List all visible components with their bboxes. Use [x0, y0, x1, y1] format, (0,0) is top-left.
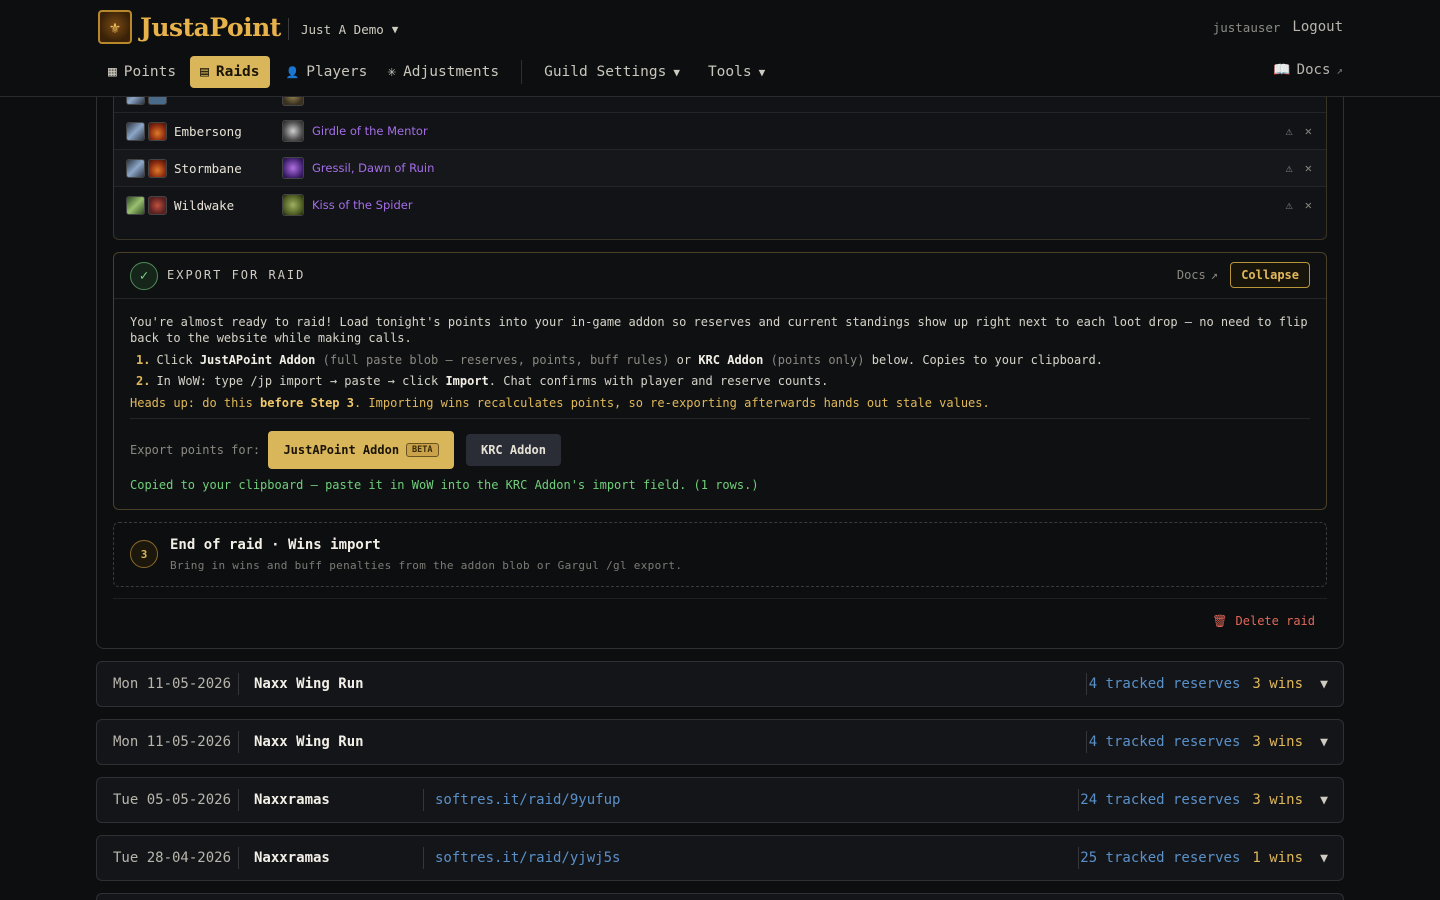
- wins-count: 3 wins: [1252, 792, 1303, 808]
- item-link[interactable]: Girdle of the Mentor: [312, 124, 428, 138]
- hunter-class-icon: [126, 195, 145, 215]
- collapse-button[interactable]: Collapse: [1230, 262, 1310, 288]
- logout-link[interactable]: Logout: [1292, 19, 1343, 35]
- chevron-down-icon[interactable]: ▼: [1320, 677, 1328, 692]
- heads-up-note: Heads up: do this before Step 3. Importi…: [130, 396, 990, 410]
- trash-icon: 🗑: [1212, 614, 1228, 628]
- step-2: 2. In WoW: type /jp import → paste → clic…: [136, 374, 829, 388]
- delete-raid-button[interactable]: 🗑 Delete raid: [1212, 614, 1315, 628]
- wins-count: 3 wins: [1252, 676, 1303, 692]
- raid-name: Naxxramas: [254, 850, 330, 866]
- logo-text: JustaPoint: [140, 12, 281, 42]
- item-icon: [282, 120, 304, 142]
- chevron-down-icon: ▼: [391, 22, 399, 36]
- raid-name: Naxx Wing Run: [254, 734, 364, 750]
- loot-row: Wildwake Kiss of the Spider ⚠ ✕: [114, 186, 1326, 223]
- raid-row-partial: [96, 893, 1344, 900]
- chevron-down-icon[interactable]: ▼: [1320, 851, 1328, 866]
- close-icon[interactable]: ✕: [1305, 161, 1312, 175]
- nav-adjustments[interactable]: ✳ Adjustments: [377, 56, 509, 88]
- reserves-count: 4 tracked reserves: [1088, 734, 1241, 750]
- close-icon[interactable]: ✕: [1305, 124, 1312, 138]
- raid-icon: ▤: [200, 64, 209, 80]
- reserves-count: 25 tracked reserves: [1080, 850, 1241, 866]
- external-link-icon: ↗: [1210, 268, 1218, 282]
- wins-count: 1 wins: [1252, 850, 1303, 866]
- warning-icon[interactable]: ⚠: [1286, 198, 1293, 212]
- beta-badge: BETA: [406, 443, 439, 457]
- step-number: 3: [130, 540, 158, 568]
- softres-link[interactable]: softres.it/raid/yjwj5s: [435, 850, 620, 866]
- raid-row[interactable]: Mon 11-05-2026 Naxx Wing Run 4 tracked r…: [96, 719, 1344, 765]
- fire-spec-icon: [148, 121, 167, 141]
- export-intro: You're almost ready to raid! Load tonigh…: [130, 315, 1308, 345]
- divider: [130, 418, 1310, 419]
- warrior-class-icon: [126, 158, 145, 178]
- nav-tools[interactable]: Tools ▼: [698, 56, 775, 88]
- logo[interactable]: ⚜ JustaPoint: [98, 10, 281, 44]
- step-subtitle: Bring in wins and buff penalties from th…: [170, 559, 683, 572]
- raid-name: Naxxramas: [254, 792, 330, 808]
- warning-icon[interactable]: ⚠: [1286, 124, 1293, 138]
- item-icon: [282, 194, 304, 216]
- warrior-class-icon: [126, 121, 145, 141]
- loot-row: Embersong Girdle of the Mentor ⚠ ✕: [114, 112, 1326, 149]
- nav-raids[interactable]: ▤ Raids: [190, 56, 270, 88]
- item-link[interactable]: Kiss of the Spider: [312, 198, 413, 212]
- krc-addon-button[interactable]: KRC Addon: [466, 434, 561, 466]
- raid-date: Mon 11-05-2026: [113, 676, 232, 692]
- fire-spec-icon: [148, 158, 167, 178]
- user-icon: 👤: [285, 65, 300, 79]
- raid-name: Naxx Wing Run: [254, 676, 364, 692]
- loot-row: Stormbane Gressil, Dawn of Ruin ⚠ ✕: [114, 149, 1326, 186]
- external-link-icon: ↗: [1336, 63, 1343, 77]
- raid-row[interactable]: Tue 28-04-2026 Naxxramas softres.it/raid…: [96, 835, 1344, 881]
- docs-link[interactable]: Docs ↗: [1177, 268, 1218, 282]
- copied-status: Copied to your clipboard — paste it in W…: [130, 478, 759, 492]
- close-icon[interactable]: ✕: [1305, 198, 1312, 212]
- username: justauser: [1212, 19, 1281, 35]
- wins-count: 3 wins: [1252, 734, 1303, 750]
- nav-points[interactable]: ▦ Points: [98, 56, 186, 88]
- book-icon: 📖: [1273, 62, 1291, 78]
- player-name: Embersong: [174, 123, 242, 139]
- top-header: ⚜ JustaPoint Just A Demo ▼ justauser Log…: [0, 0, 1440, 97]
- raid-date: Mon 11-05-2026: [113, 734, 232, 750]
- nav-docs[interactable]: 📖 Docs ↗: [1273, 62, 1343, 78]
- reserves-count: 24 tracked reserves: [1080, 792, 1241, 808]
- chevron-down-icon: ▼: [673, 65, 680, 79]
- player-name: Stormbane: [174, 160, 242, 176]
- step-1: 1. Click JustAPoint Addon (full paste blo…: [136, 353, 1103, 367]
- player-name: Wildwake: [174, 197, 235, 213]
- section-title: EXPORT FOR RAID: [167, 268, 306, 282]
- reserves-count: 4 tracked reserves: [1088, 676, 1241, 692]
- guild-selector[interactable]: Just A Demo ▼: [288, 18, 398, 40]
- raid-date: Tue 05-05-2026: [113, 792, 232, 808]
- softres-link[interactable]: softres.it/raid/9yufup: [435, 792, 620, 808]
- item-link[interactable]: Gressil, Dawn of Ruin: [312, 161, 434, 175]
- main-nav: ▦ Points ▤ Raids 👤 Players ✳ Adjustments…: [98, 56, 775, 88]
- export-for-label: Export points for:: [130, 443, 261, 457]
- logo-icon: ⚜: [98, 10, 132, 44]
- chevron-down-icon: ▼: [758, 65, 766, 79]
- nav-players[interactable]: 👤 Players: [276, 56, 378, 88]
- raid-row[interactable]: Mon 11-05-2026 Naxx Wing Run 4 tracked r…: [96, 661, 1344, 707]
- chevron-down-icon[interactable]: ▼: [1320, 793, 1328, 808]
- chevron-down-icon[interactable]: ▼: [1320, 735, 1328, 750]
- beast-spec-icon: [148, 195, 167, 215]
- check-icon: ✓: [130, 262, 158, 290]
- item-icon: [282, 157, 304, 179]
- raid-date: Tue 28-04-2026: [113, 850, 232, 866]
- divider: [113, 598, 1327, 599]
- export-for-raid-section: ✓ EXPORT FOR RAID Docs ↗ Collapse You're…: [113, 252, 1327, 510]
- raid-row[interactable]: Tue 05-05-2026 Naxxramas softres.it/raid…: [96, 777, 1344, 823]
- nav-guild-settings[interactable]: Guild Settings ▼: [534, 56, 690, 88]
- sparkle-icon: ✳: [387, 64, 397, 80]
- grid-icon: ▦: [108, 64, 117, 80]
- warning-icon[interactable]: ⚠: [1286, 161, 1293, 175]
- end-of-raid-step[interactable]: 3 End of raid · Wins import Bring in win…: [113, 522, 1327, 587]
- justapoint-addon-button[interactable]: JustAPoint Addon BETA: [268, 431, 454, 469]
- step-title: End of raid · Wins import: [170, 537, 381, 553]
